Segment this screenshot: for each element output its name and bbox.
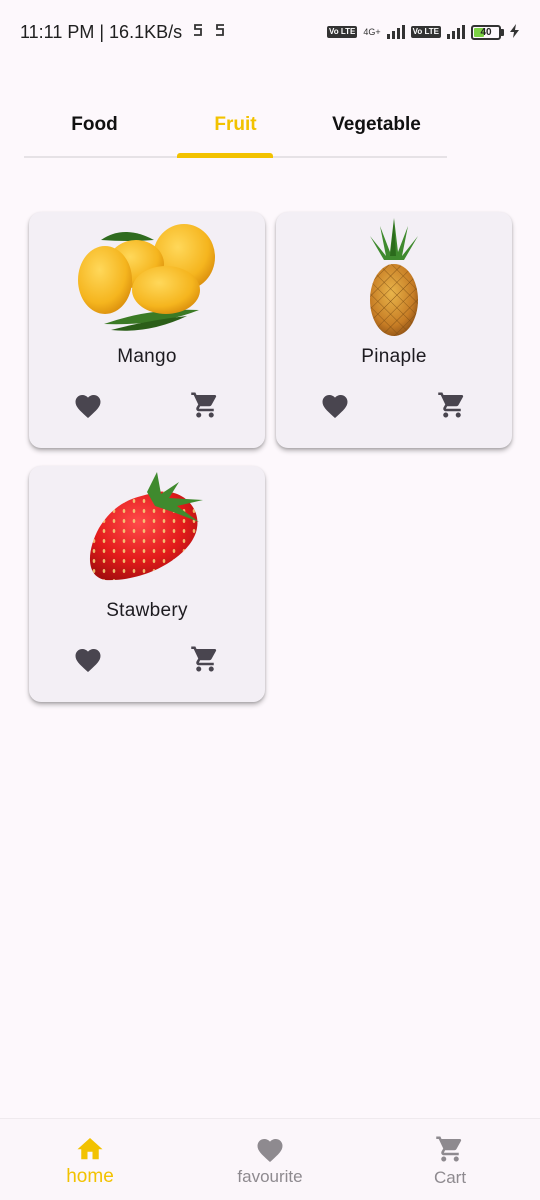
product-name: Stawbery [106,600,188,621]
heart-icon [257,1138,283,1162]
network-type-label: 4G+ [363,26,381,37]
add-to-cart-button[interactable] [188,388,222,422]
category-tab-bar: Food Fruit Vegetable [24,94,447,158]
pineapple-image [370,218,418,336]
heart-icon [75,649,101,672]
add-to-cart-button[interactable] [435,388,469,422]
product-card-pineapple[interactable]: Pinaple [276,212,512,448]
add-to-cart-button[interactable] [188,642,222,676]
cart-icon [438,392,464,418]
cart-icon [191,646,217,672]
nav-label: Cart [433,1167,467,1187]
nav-favourite[interactable]: favourite [180,1119,360,1200]
strawberry-image [89,472,203,581]
battery-level: 40 [480,26,492,38]
volte-badge: Vo LTE [326,26,358,38]
product-card-strawberry[interactable]: Stawbery [29,466,265,702]
nav-label: favourite [237,1166,303,1186]
mango-image [78,224,215,331]
battery-icon: 40 [471,24,504,40]
home-icon [77,1137,103,1159]
tab-vegetable[interactable]: Vegetable [306,94,447,156]
signal-strength-icon [386,25,405,39]
notification-icon [192,22,204,42]
nav-cart[interactable]: Cart [360,1119,540,1200]
favourite-button[interactable] [71,642,105,676]
favourite-button[interactable] [71,388,105,422]
heart-icon [322,395,348,418]
favourite-button[interactable] [318,388,352,422]
status-right: Vo LTE 4G+ Vo LTE 40 [326,23,520,41]
app-screen: 11:11 PM | 16.1KB/s Vo LTE 4G+ Vo LTE 40 [0,0,540,1200]
time-and-speed: 11:11 PM | 16.1KB/s [20,21,183,42]
tab-food[interactable]: Food [24,94,165,156]
signal-strength-icon [447,25,465,39]
charging-icon [510,23,520,41]
product-card-mango[interactable]: Mango [29,212,265,448]
status-left: 11:11 PM | 16.1KB/s [20,22,226,43]
tab-fruit[interactable]: Fruit [165,94,306,156]
bottom-navigation-bar: home favourite Cart [0,1118,540,1200]
cart-icon [436,1136,462,1161]
cart-icon [191,392,217,418]
product-name: Mango [117,346,177,367]
status-bar: 11:11 PM | 16.1KB/s Vo LTE 4G+ Vo LTE 40 [0,0,540,64]
product-name: Pinaple [361,346,427,367]
nav-home[interactable]: home [0,1119,180,1200]
volte-badge: Vo LTE [410,26,441,38]
nav-label: home [66,1165,114,1187]
heart-icon [75,395,101,418]
active-tab-indicator [177,153,273,158]
notification-icon [214,22,226,42]
